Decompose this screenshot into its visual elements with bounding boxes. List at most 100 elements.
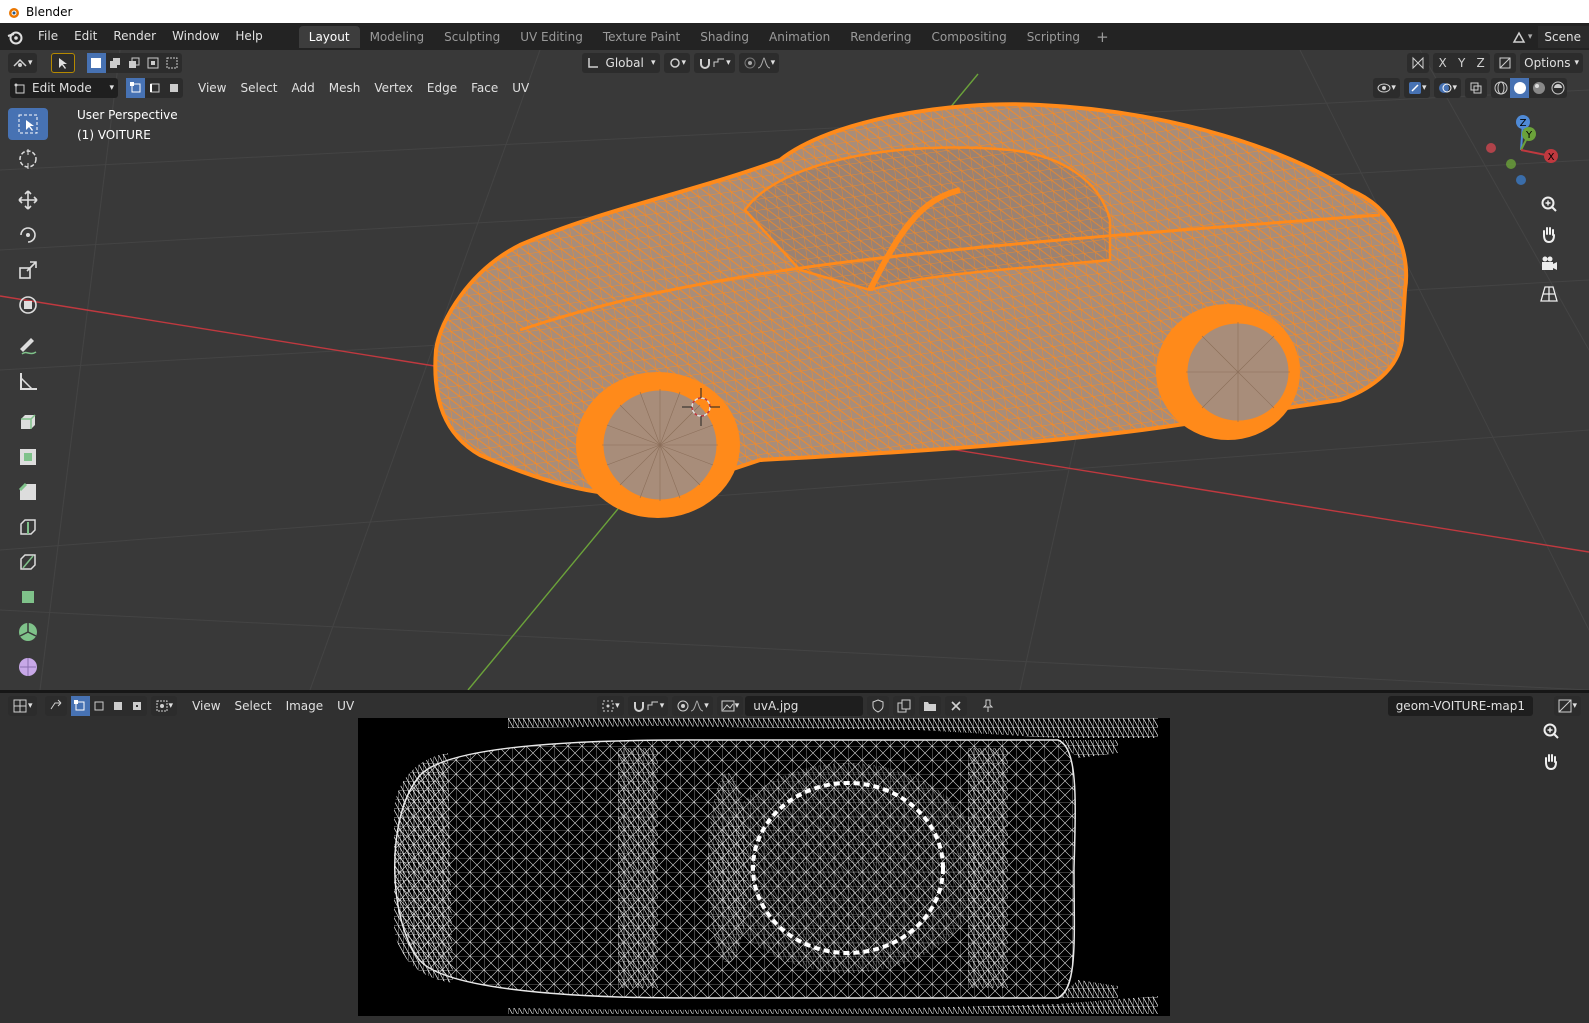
select-extend-button[interactable] bbox=[106, 53, 125, 73]
viewport-scene[interactable] bbox=[0, 50, 1589, 690]
uv-image-canvas[interactable] bbox=[358, 718, 1170, 1016]
uv-sticky-select-dropdown[interactable]: ▾ bbox=[150, 695, 178, 716]
menu-render[interactable]: Render bbox=[105, 23, 164, 50]
uv-menu-select[interactable]: Select bbox=[228, 696, 279, 716]
mirror-y-button[interactable]: Y bbox=[1452, 53, 1471, 73]
uv-pan-button[interactable] bbox=[1537, 747, 1565, 775]
uv-edge-select-button[interactable] bbox=[90, 696, 109, 716]
tab-scripting[interactable]: Scripting bbox=[1017, 26, 1090, 48]
material-shading-button[interactable] bbox=[1529, 78, 1548, 98]
inset-tool[interactable] bbox=[8, 441, 48, 473]
tab-sculpting[interactable]: Sculpting bbox=[434, 26, 510, 48]
measure-tool[interactable] bbox=[8, 365, 48, 397]
add-workspace-button[interactable]: + bbox=[1090, 28, 1115, 46]
uv-sync-selection-toggle[interactable] bbox=[44, 695, 67, 716]
uv-menu-image[interactable]: Image bbox=[279, 696, 331, 716]
pivot-point-dropdown[interactable]: ▾ bbox=[663, 52, 691, 73]
uv-zoom-button[interactable] bbox=[1537, 717, 1565, 745]
mirror-x-button[interactable]: X bbox=[1433, 53, 1452, 73]
extrude-tool[interactable] bbox=[8, 406, 48, 438]
mode-dropdown[interactable]: Edit Mode ▾ bbox=[10, 77, 118, 98]
uv-menu-uv[interactable]: UV bbox=[330, 696, 361, 716]
uv-display-dropdown[interactable]: ▾ bbox=[1554, 695, 1581, 716]
select-intersect-button[interactable] bbox=[163, 53, 182, 73]
menu-help[interactable]: Help bbox=[227, 23, 270, 50]
pin-image-button[interactable] bbox=[977, 696, 999, 716]
zoom-button[interactable] bbox=[1535, 190, 1563, 218]
navigation-gizmo[interactable]: Z Y X bbox=[1481, 110, 1561, 190]
tab-texture-paint[interactable]: Texture Paint bbox=[593, 26, 690, 48]
uv-vertex-select-button[interactable] bbox=[70, 695, 90, 716]
select-new-button[interactable] bbox=[86, 52, 106, 73]
spin-tool[interactable] bbox=[8, 616, 48, 648]
tab-shading[interactable]: Shading bbox=[690, 26, 759, 48]
transform-orientation-dropdown[interactable]: Global ▾ bbox=[581, 52, 660, 73]
uv-mesh-layout[interactable] bbox=[358, 718, 1170, 1016]
fake-user-button[interactable] bbox=[867, 695, 890, 716]
overlays-dropdown[interactable]: ▾ bbox=[1434, 77, 1461, 98]
scale-tool[interactable] bbox=[8, 254, 48, 286]
uv-map-name-field[interactable]: geom-VOITURE-map1 bbox=[1387, 695, 1533, 716]
cursor-tool[interactable] bbox=[8, 143, 48, 175]
uv-proportional-toggle[interactable]: ▾ bbox=[672, 695, 713, 716]
proportional-editing-toggle[interactable]: ▾ bbox=[738, 52, 780, 73]
vertex-select-button[interactable] bbox=[126, 77, 145, 98]
menu-view[interactable]: View bbox=[191, 78, 233, 98]
tab-rendering[interactable]: Rendering bbox=[840, 26, 921, 48]
uv-snap-toggle[interactable]: ▾ bbox=[627, 695, 669, 716]
move-tool[interactable] bbox=[8, 184, 48, 216]
menu-edge[interactable]: Edge bbox=[420, 78, 464, 98]
gizmo-dropdown[interactable]: ▾ bbox=[1403, 77, 1431, 98]
select-tool-button[interactable] bbox=[50, 52, 75, 73]
tab-compositing[interactable]: Compositing bbox=[921, 26, 1016, 48]
smooth-tool[interactable] bbox=[8, 651, 48, 683]
tab-modeling[interactable]: Modeling bbox=[360, 26, 435, 48]
uv-island-select-button[interactable] bbox=[128, 696, 147, 716]
bevel-tool[interactable] bbox=[8, 476, 48, 508]
open-image-button[interactable] bbox=[919, 695, 942, 716]
scene-name[interactable]: Scene bbox=[1538, 25, 1589, 48]
menu-select[interactable]: Select bbox=[233, 78, 284, 98]
mirror-z-button[interactable]: Z bbox=[1471, 53, 1490, 73]
editor-type-button[interactable]: ▾ bbox=[8, 52, 37, 73]
rear-wheel[interactable] bbox=[1156, 304, 1300, 440]
tab-animation[interactable]: Animation bbox=[759, 26, 840, 48]
uv-editor-type-button[interactable]: ▾ bbox=[8, 695, 37, 716]
knife-tool[interactable] bbox=[8, 546, 48, 578]
menu-add[interactable]: Add bbox=[285, 78, 322, 98]
front-wheel[interactable] bbox=[576, 372, 740, 518]
wireframe-shading-button[interactable] bbox=[1491, 78, 1510, 98]
menu-window[interactable]: Window bbox=[164, 23, 227, 50]
perspective-toggle-button[interactable] bbox=[1535, 280, 1563, 308]
rotate-tool[interactable] bbox=[8, 219, 48, 251]
edge-select-button[interactable] bbox=[145, 78, 164, 98]
auto-merge-toggle[interactable] bbox=[1494, 52, 1517, 73]
uv-menu-view[interactable]: View bbox=[185, 696, 227, 716]
menu-face[interactable]: Face bbox=[464, 78, 505, 98]
menu-mesh[interactable]: Mesh bbox=[322, 78, 368, 98]
menu-vertex[interactable]: Vertex bbox=[367, 78, 420, 98]
tab-layout[interactable]: Layout bbox=[298, 25, 360, 48]
uv-editor[interactable]: ▾ ▾ View Select Image UV ▾ ▾ ▾ ▾ uvA.jpg… bbox=[0, 693, 1589, 1023]
loop-cut-tool[interactable] bbox=[8, 511, 48, 543]
new-image-button[interactable] bbox=[893, 695, 916, 716]
uv-pivot-dropdown[interactable]: ▾ bbox=[597, 695, 624, 716]
visibility-dropdown[interactable]: ▾ bbox=[1373, 77, 1400, 98]
3d-viewport[interactable]: ▾ Global ▾ ▾ ▾ ▾ X Y Z Options ▾ Edit Mo… bbox=[0, 50, 1589, 690]
face-select-button[interactable] bbox=[164, 78, 183, 98]
menu-edit[interactable]: Edit bbox=[66, 23, 105, 50]
select-box-tool[interactable] bbox=[8, 108, 48, 140]
image-name-field[interactable]: uvA.jpg bbox=[745, 695, 864, 716]
unlink-image-button[interactable] bbox=[945, 695, 968, 716]
annotate-tool[interactable] bbox=[8, 330, 48, 362]
xray-toggle[interactable] bbox=[1465, 77, 1487, 98]
menu-uv[interactable]: UV bbox=[505, 78, 536, 98]
solid-shading-button[interactable] bbox=[1510, 77, 1529, 98]
tab-uv-editing[interactable]: UV Editing bbox=[510, 26, 593, 48]
pan-button[interactable] bbox=[1535, 220, 1563, 248]
scene-selector[interactable]: ▾ Scene bbox=[1510, 23, 1589, 50]
rendered-shading-button[interactable] bbox=[1548, 78, 1567, 98]
select-subtract-button[interactable] bbox=[125, 53, 144, 73]
options-dropdown[interactable]: Options ▾ bbox=[1520, 52, 1583, 73]
mirror-toggle[interactable] bbox=[1407, 52, 1430, 73]
